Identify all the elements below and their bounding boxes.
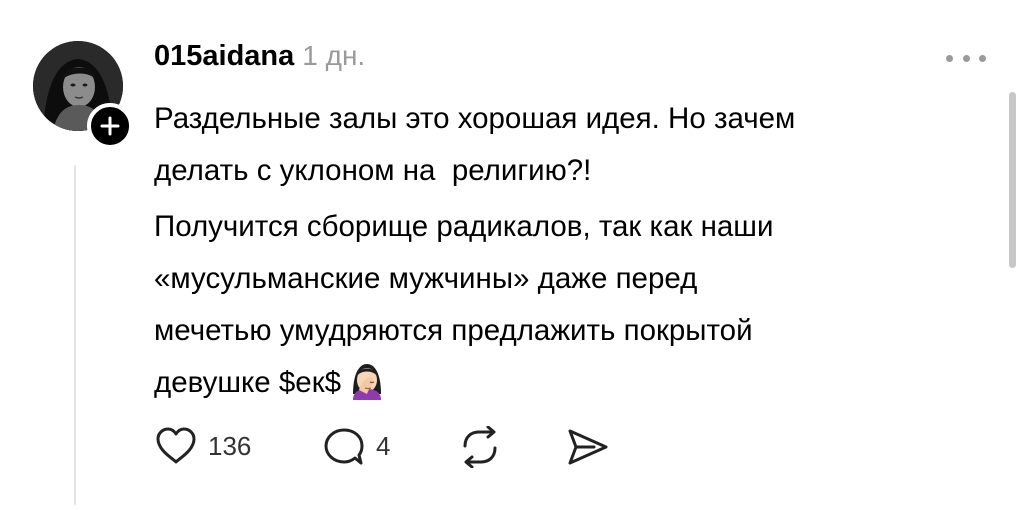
- share-button[interactable]: [564, 426, 610, 468]
- timestamp: 1 дн.: [302, 40, 366, 71]
- thread-line: [74, 165, 76, 505]
- reply-count: 4: [376, 430, 391, 461]
- ellipsis-icon: [962, 54, 970, 62]
- reply-button[interactable]: 4: [322, 426, 390, 466]
- thread-post: 015aidana 1 дн. Раздельные залы это хоро…: [0, 0, 1024, 510]
- post-paragraph: Получится сборище радикалов, так как наш…: [154, 210, 774, 399]
- like-button[interactable]: 136: [154, 426, 251, 466]
- scrollbar[interactable]: [1009, 92, 1016, 268]
- username[interactable]: 015aidana: [154, 40, 294, 73]
- speech-bubble-icon: [324, 428, 364, 465]
- post-paragraph: Раздельные залы это хорошая идея. Но зач…: [154, 102, 796, 187]
- repost-button[interactable]: [457, 426, 503, 468]
- heart-icon: [156, 427, 196, 464]
- post-body: Раздельные залы это хорошая идея. Но зач…: [154, 93, 974, 417]
- plus-icon: [100, 116, 120, 136]
- ellipsis-icon: [979, 54, 986, 62]
- post-paragraph-with-emoji: Получится сборище радикалов, так как наш…: [154, 201, 974, 417]
- ellipsis-icon: [946, 54, 953, 62]
- woman-facepalming-emoji: [347, 360, 387, 417]
- more-options-button[interactable]: [946, 48, 986, 68]
- follow-button[interactable]: [87, 103, 133, 149]
- repost-icon: [463, 426, 497, 468]
- like-count: 136: [208, 430, 252, 461]
- send-icon: [568, 429, 608, 465]
- post-header: 015aidana 1 дн.: [154, 40, 365, 73]
